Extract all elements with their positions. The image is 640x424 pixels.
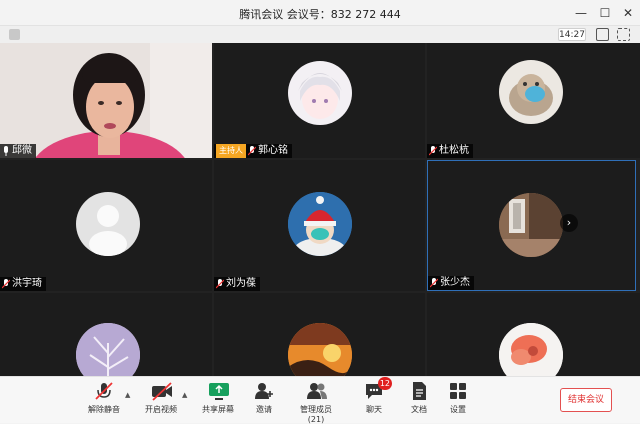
participant-tile[interactable]: 邱微 bbox=[0, 43, 212, 158]
participant-name: 张少杰 bbox=[440, 277, 470, 288]
participant-nametag: 杜松杭 bbox=[427, 144, 473, 158]
share-screen-button[interactable]: 共享屏幕 bbox=[200, 381, 236, 415]
participant-tile[interactable] bbox=[214, 293, 425, 376]
cat-avatar-icon bbox=[499, 60, 563, 124]
participant-tile-active[interactable]: › 张少杰 bbox=[427, 160, 636, 291]
invite-button[interactable]: 邀请 bbox=[250, 381, 278, 415]
participant-nametag: 洪宇琦 bbox=[0, 277, 46, 291]
grid-settings-icon bbox=[448, 381, 468, 401]
mic-muted-icon bbox=[428, 146, 438, 156]
participant-name: 洪宇琦 bbox=[12, 278, 42, 289]
chevron-right-icon[interactable]: › bbox=[560, 214, 578, 232]
mic-on-icon bbox=[2, 146, 10, 156]
docs-button[interactable]: 文档 bbox=[405, 381, 433, 415]
layout-icon[interactable] bbox=[596, 28, 609, 41]
caret-up-icon[interactable]: ▲ bbox=[125, 391, 130, 399]
anime-avatar-icon bbox=[288, 61, 352, 125]
maximize-button[interactable]: ☐ bbox=[596, 4, 614, 22]
settings-label: 设置 bbox=[450, 405, 466, 414]
participant-tile[interactable]: 刘为葆 bbox=[214, 160, 425, 291]
caret-up-icon[interactable]: ▲ bbox=[182, 391, 187, 399]
meeting-info-bar: 14:27 bbox=[0, 26, 640, 43]
host-badge: 主持人 bbox=[216, 144, 246, 158]
snow-avatar-icon bbox=[288, 192, 352, 256]
chat-label: 聊天 bbox=[366, 405, 382, 414]
participant-tile[interactable]: 洪宇琦 bbox=[0, 160, 212, 291]
participant-nametag: 张少杰 bbox=[428, 276, 474, 290]
sunset-avatar-icon bbox=[288, 323, 352, 376]
flower-avatar-icon bbox=[499, 323, 563, 376]
start-video-button[interactable]: 开启视频 bbox=[143, 381, 179, 415]
participant-tile[interactable]: 主持人 郭心铭 bbox=[214, 43, 425, 158]
share-screen-icon bbox=[208, 381, 229, 401]
manage-members-label: 管理成员(21) bbox=[300, 405, 332, 424]
unmute-button[interactable]: 解除静音 bbox=[86, 381, 122, 415]
settings-button[interactable]: 设置 bbox=[444, 381, 472, 415]
meeting-time: 14:27 bbox=[558, 28, 586, 41]
members-icon bbox=[306, 381, 327, 401]
mic-muted-icon bbox=[429, 278, 439, 288]
fullscreen-icon[interactable] bbox=[617, 28, 630, 41]
participant-tile[interactable] bbox=[427, 293, 640, 376]
participant-name: 杜松杭 bbox=[439, 145, 469, 156]
start-video-label: 开启视频 bbox=[145, 405, 177, 414]
room-avatar-icon bbox=[499, 193, 563, 257]
manage-members-button[interactable]: 管理成员(21) bbox=[292, 381, 340, 424]
share-screen-label: 共享屏幕 bbox=[202, 405, 234, 414]
winter-tree-avatar-icon bbox=[76, 323, 140, 376]
participant-name: 刘为葆 bbox=[226, 278, 256, 289]
end-meeting-button[interactable]: 结束会议 bbox=[560, 388, 612, 412]
mic-muted-icon bbox=[94, 381, 114, 401]
add-user-icon bbox=[254, 381, 274, 401]
default-avatar-icon bbox=[76, 192, 140, 256]
meeting-toolbar: 解除静音 ▲ 开启视频 ▲ 共享屏幕 邀请 管理成员(21) 12 聊天 文档 … bbox=[0, 376, 640, 424]
participant-name: 邱微 bbox=[12, 145, 32, 156]
shield-icon[interactable] bbox=[9, 29, 20, 40]
participant-tile[interactable] bbox=[0, 293, 212, 376]
unmute-label: 解除静音 bbox=[88, 405, 120, 414]
participant-nametag: 主持人 郭心铭 bbox=[214, 144, 292, 158]
video-grid: 邱微 主持人 郭心铭 杜松杭 洪宇琦 刘为葆 › 张少杰 bbox=[0, 43, 640, 376]
chat-icon: 12 bbox=[364, 377, 392, 401]
document-icon bbox=[409, 381, 429, 401]
mic-muted-icon bbox=[215, 279, 225, 289]
chat-unread-badge: 12 bbox=[377, 377, 392, 390]
mic-muted-icon bbox=[247, 146, 257, 156]
close-button[interactable]: ✕ bbox=[619, 4, 637, 22]
docs-label: 文档 bbox=[411, 405, 427, 414]
mic-muted-icon bbox=[1, 279, 11, 289]
camera-off-icon bbox=[151, 381, 172, 401]
chat-button[interactable]: 12 聊天 bbox=[360, 377, 392, 415]
participant-nametag: 刘为葆 bbox=[214, 277, 260, 291]
title-bar: 腾讯会议 会议号：832 272 444 — ☐ ✕ bbox=[0, 0, 640, 26]
invite-label: 邀请 bbox=[256, 405, 272, 414]
minimize-button[interactable]: — bbox=[572, 4, 590, 22]
camera-video-feed bbox=[0, 43, 212, 158]
participant-nametag: 邱微 bbox=[0, 144, 36, 158]
participant-tile[interactable]: 杜松杭 bbox=[427, 43, 640, 158]
participant-name: 郭心铭 bbox=[258, 145, 288, 156]
window-title: 腾讯会议 会议号：832 272 444 bbox=[239, 8, 401, 21]
